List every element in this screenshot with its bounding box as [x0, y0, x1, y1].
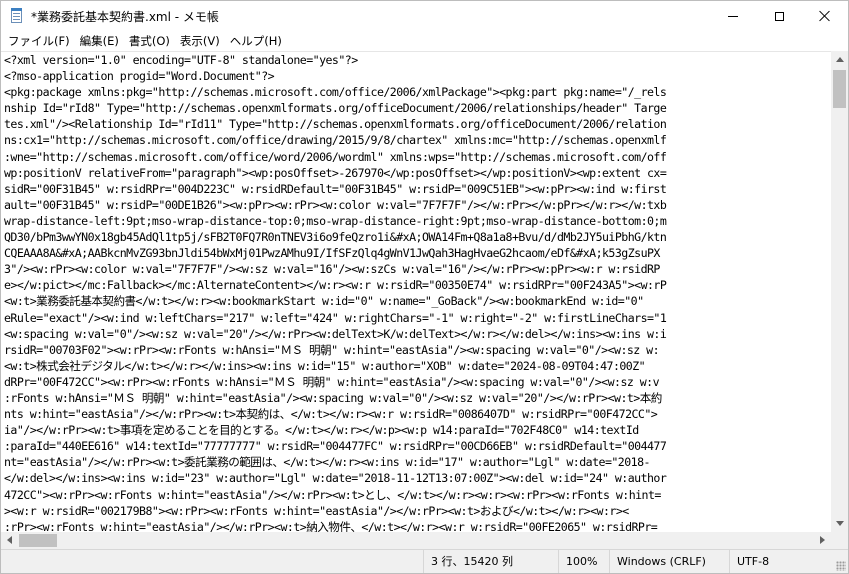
resize-grip[interactable]	[836, 561, 846, 571]
text-line: <?mso-application progid="Word.Document"…	[4, 69, 275, 84]
text-line: ault="00F31B45" w:rsidP="00DE1B26"><w:pP…	[4, 197, 667, 212]
status-cursor-position: 3 行、15420 列	[423, 550, 558, 573]
vertical-scrollbar[interactable]	[831, 51, 848, 532]
text-line: <?xml version="1.0" encoding="UTF-8" sta…	[4, 53, 358, 67]
text-line: nts w:hint="eastAsia"/></w:rPr><w:t>本契約は…	[4, 407, 658, 422]
status-bar: 3 行、15420 列 100% Windows (CRLF) UTF-8	[1, 549, 848, 573]
text-line: <pkg:package xmlns:pkg="http://schemas.m…	[4, 85, 667, 100]
scrollbar-corner	[831, 532, 848, 549]
horizontal-scrollbar[interactable]	[1, 532, 831, 549]
text-line: <w:t>業務委託基本契約書</w:t></w:r><w:bookmarkSta…	[4, 294, 644, 309]
text-line: eRule="exact"/><w:ind w:leftChars="217" …	[4, 310, 667, 325]
text-line: <w:spacing w:val="0"/><w:sz w:val="20"/>…	[4, 326, 667, 341]
text-line: wp:positionV relativeFrom="paragraph"><w…	[4, 165, 667, 180]
scroll-right-button[interactable]	[814, 532, 831, 549]
close-button[interactable]	[802, 1, 848, 31]
text-line: :rPr><w:rFonts w:hint="eastAsia"/></w:rP…	[4, 519, 658, 532]
text-line: wrap-distance-left:9pt;mso-wrap-distance…	[4, 213, 667, 228]
minimize-button[interactable]	[710, 1, 756, 31]
vertical-scroll-thumb[interactable]	[833, 70, 846, 108]
menu-format[interactable]: 書式(O)	[124, 31, 175, 51]
window-title: *業務委託基本契約書.xml - メモ帳	[31, 9, 219, 24]
chevron-right-icon	[820, 536, 825, 544]
chevron-left-icon	[7, 536, 12, 544]
text-editor[interactable]: <?xml version="1.0" encoding="UTF-8" sta…	[1, 51, 831, 532]
close-icon	[819, 10, 831, 22]
text-line: 472CC"><w:rPr><w:rFonts w:hint="eastAsia…	[4, 487, 661, 502]
text-line: CQEAAA8A&#xA;AABkcnMvZG93bnJldi54bWxMj01…	[4, 246, 660, 261]
text-line: ns:cx1="http://schemas.microsoft.com/off…	[4, 133, 667, 148]
text-line: tes.xml"/><Relationship Id="rId11" Type=…	[4, 117, 667, 132]
text-line: </w:del></w:ins><w:ins w:id="23" w:autho…	[4, 471, 667, 486]
text-line: <w:t>株式会社デジタル</w:t></w:r></w:ins><w:ins …	[4, 358, 646, 373]
title-bar[interactable]: *業務委託基本契約書.xml - メモ帳	[1, 1, 848, 31]
notepad-window: *業務委託基本契約書.xml - メモ帳 ファイル(F) 編集(E) 書式(O)…	[0, 0, 849, 574]
chevron-down-icon	[836, 521, 844, 526]
text-line: 3"/><w:rPr><w:color w:val="7F7F7F"/><w:s…	[4, 262, 660, 277]
menu-bar: ファイル(F) 編集(E) 書式(O) 表示(V) ヘルプ(H)	[1, 31, 848, 51]
text-line: :paraId="440EE616" w14:textId="77777777"…	[4, 439, 667, 454]
text-line: :rFonts w:hAnsi="ＭＳ 明朝" w:hint="eastAsia…	[4, 390, 662, 405]
scroll-down-button[interactable]	[831, 515, 848, 532]
menu-view[interactable]: 表示(V)	[175, 31, 225, 51]
text-line: dRPr="00F472CC"><w:rPr><w:rFonts w:hAnsi…	[4, 374, 660, 389]
text-line: e></w:pict></mc:Fallback></mc:AlternateC…	[4, 278, 667, 293]
minimize-icon	[728, 15, 738, 17]
status-zoom: 100%	[558, 550, 609, 573]
text-line: QD30/bPm3wwYN0x18gb45AdQl1tp5j/sFB2T0FQ7…	[4, 230, 667, 245]
maximize-icon	[774, 11, 784, 21]
text-line: nship Id="rId8" Type="http://schemas.ope…	[4, 101, 667, 116]
text-line: :wne="http://schemas.microsoft.com/offic…	[4, 149, 667, 164]
text-line: rsidR="00703F02"><w:rPr><w:rFonts w:hAns…	[4, 342, 660, 357]
status-encoding: UTF-8	[729, 550, 834, 573]
scroll-up-button[interactable]	[831, 51, 848, 68]
text-line: nt="eastAsia"/></w:rPr><w:t>委託業務の範囲は、</w…	[4, 455, 651, 470]
notepad-icon[interactable]	[9, 8, 25, 24]
menu-edit[interactable]: 編集(E)	[75, 31, 124, 51]
horizontal-scroll-thumb[interactable]	[19, 534, 57, 547]
status-line-ending: Windows (CRLF)	[609, 550, 729, 573]
maximize-button[interactable]	[756, 1, 802, 31]
menu-file[interactable]: ファイル(F)	[1, 31, 75, 51]
text-line: ><w:r w:rsidR="002179B8"><w:rPr><w:rFont…	[4, 503, 629, 518]
chevron-up-icon	[836, 57, 844, 62]
scroll-left-button[interactable]	[1, 532, 18, 549]
text-line: ia"/></w:rPr><w:t>事項を定めることを目的とする。</w:t><…	[4, 423, 639, 438]
text-line: sidR="00F31B45" w:rsidRPr="004D223C" w:r…	[4, 181, 667, 196]
menu-help[interactable]: ヘルプ(H)	[225, 31, 287, 51]
window-controls	[710, 1, 848, 31]
